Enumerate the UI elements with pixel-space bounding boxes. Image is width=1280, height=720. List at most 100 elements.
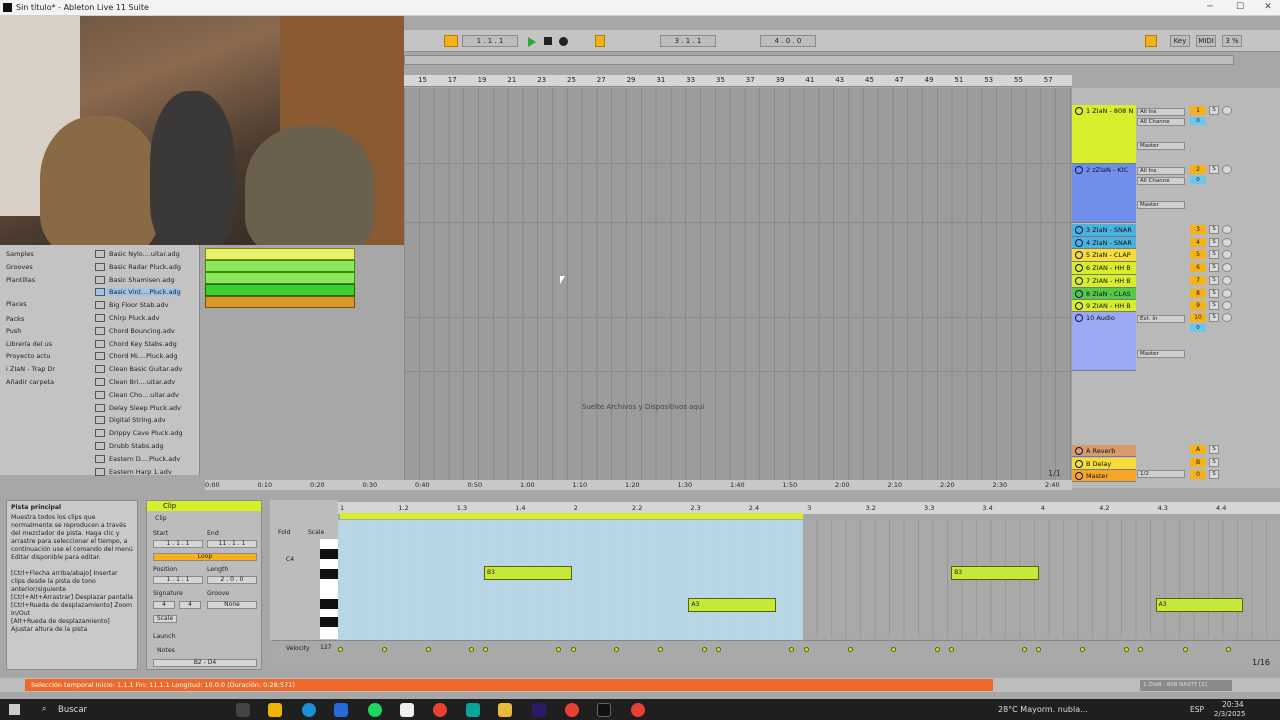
taskbar-search[interactable]: Buscar <box>58 705 87 715</box>
solo-button[interactable]: S <box>1209 165 1219 174</box>
track-input-select[interactable]: All Ins <box>1137 167 1185 175</box>
language-indicator[interactable]: ESP <box>1190 705 1204 714</box>
clock-date[interactable]: 2/3/2025 <box>1214 710 1245 718</box>
file-explorer-icon[interactable] <box>268 703 282 717</box>
track-header[interactable]: 5 ZIaN - CLAP <box>1072 249 1136 262</box>
midi-note[interactable]: B3 <box>484 566 572 580</box>
velocity-marker[interactable] <box>789 647 794 652</box>
track-activator-icon[interactable] <box>1075 277 1083 285</box>
loop-brace[interactable] <box>340 513 803 519</box>
track-lane[interactable] <box>404 318 1072 372</box>
browser-file-item[interactable]: Delay Sleep Pluck.adv <box>95 404 181 412</box>
velocity-marker[interactable] <box>614 647 619 652</box>
track-channel-select[interactable]: All Channe <box>1137 118 1185 126</box>
arm-button[interactable] <box>1222 225 1232 234</box>
track-number[interactable]: 9 <box>1190 301 1206 310</box>
velocity-marker[interactable] <box>469 647 474 652</box>
track-number[interactable]: 5 <box>1190 250 1206 259</box>
solo-button[interactable]: S <box>1209 301 1219 310</box>
track-header[interactable]: 4 ZIaN - SNAR <box>1072 237 1136 249</box>
track-activator-icon[interactable] <box>1075 226 1083 234</box>
track-activator-icon[interactable] <box>1075 302 1083 310</box>
track-lane[interactable] <box>404 88 1072 164</box>
track-number[interactable]: 10 <box>1190 313 1206 322</box>
track-channel-select[interactable]: All Channe <box>1137 177 1185 185</box>
velocity-marker[interactable] <box>1022 647 1027 652</box>
track-activator-icon[interactable] <box>1075 251 1083 259</box>
midi-note[interactable]: B3 <box>951 566 1039 580</box>
position-display[interactable]: 1 . 1 . 1 <box>462 35 518 47</box>
notes-section[interactable]: Notes <box>157 647 175 654</box>
solo-button[interactable]: S <box>1209 313 1219 322</box>
track-number[interactable]: 7 <box>1190 276 1206 285</box>
browser-category[interactable]: Librería del us <box>6 340 52 348</box>
browser-file-item[interactable]: Chord Bouncing.adv <box>95 327 175 335</box>
track-header[interactable]: 1 ZIaN - 808 N <box>1072 105 1136 164</box>
velocity-marker[interactable] <box>571 647 576 652</box>
midi-note[interactable]: A3 <box>688 598 776 612</box>
arm-button[interactable] <box>1222 106 1232 115</box>
play-icon[interactable] <box>528 37 536 47</box>
time-ruler[interactable]: 0:00 0:10 0:20 0:30 0:40 0:50 1:00 1:10 1:20 1:30… <box>205 480 1072 490</box>
spotify-icon[interactable] <box>368 703 382 717</box>
solo-button[interactable]: S <box>1209 225 1219 234</box>
minimize-icon[interactable]: ─ <box>1200 2 1220 12</box>
browser-file-item[interactable]: Eastern Harp 1.adv <box>95 468 172 476</box>
browser-file-item[interactable]: Basic Nylo....uitar.adg <box>95 250 180 258</box>
velocity-lane[interactable]: Velocity 127 1/16 <box>272 640 1280 670</box>
edge-icon[interactable] <box>302 703 316 717</box>
premiere-icon[interactable] <box>532 703 546 717</box>
track-lane[interactable] <box>404 223 1072 318</box>
draw-mode-button[interactable] <box>1145 35 1157 47</box>
solo-button[interactable]: S <box>1209 289 1219 298</box>
arrangement-overview[interactable] <box>404 55 1234 65</box>
velocity-marker[interactable] <box>556 647 561 652</box>
return-track-header[interactable]: A Reverb <box>1072 445 1136 457</box>
velocity-marker[interactable] <box>702 647 707 652</box>
arrangement-view[interactable] <box>404 88 1072 488</box>
velocity-marker[interactable] <box>382 647 387 652</box>
velocity-marker[interactable] <box>658 647 663 652</box>
launch-section[interactable]: Launch <box>153 633 175 640</box>
browser-file-item[interactable]: Eastern D....Pluck.adv <box>95 455 180 463</box>
volume-field[interactable]: 0 <box>1190 324 1206 332</box>
groove-select[interactable]: None <box>207 601 257 609</box>
task-view-icon[interactable] <box>236 703 250 717</box>
velocity-marker[interactable] <box>1226 647 1231 652</box>
solo-button[interactable]: S <box>1209 445 1219 454</box>
track-number[interactable]: 4 <box>1190 238 1206 247</box>
browser-file-item[interactable]: Chirp Pluck.adv <box>95 314 160 322</box>
solo-button[interactable]: S <box>1209 276 1219 285</box>
velocity-marker[interactable] <box>1183 647 1188 652</box>
track-output-select[interactable]: Master <box>1137 201 1185 209</box>
track-activator-icon[interactable] <box>1075 447 1083 455</box>
velocity-marker[interactable] <box>338 647 343 652</box>
arrangement-ruler[interactable]: 15 17 19 21 23 25 27 29 31 33 35 37 39 41 43 45 47 49 51 53… <box>404 75 1072 87</box>
fold-button[interactable]: Fold <box>278 529 290 536</box>
velocity-marker[interactable] <box>1080 647 1085 652</box>
velocity-marker[interactable] <box>1036 647 1041 652</box>
start-field[interactable]: 1 . 1 . 1 <box>153 540 203 548</box>
track-activator-icon[interactable] <box>1075 472 1083 480</box>
browser-category[interactable]: Places <box>6 300 27 308</box>
record-icon[interactable] <box>559 37 568 46</box>
browser-file-item[interactable]: Chord Mi....Pluck.adg <box>95 352 178 360</box>
clip-slot[interactable] <box>205 296 355 308</box>
chrome-icon[interactable] <box>565 703 579 717</box>
session-clip-slots[interactable] <box>205 248 355 310</box>
browser-category[interactable]: Grooves <box>6 263 33 271</box>
browser-file-item[interactable]: Chord Key Stabs.adg <box>95 340 177 348</box>
track-input-select[interactable]: All Ins <box>1137 108 1185 116</box>
return-track-letter[interactable]: B <box>1190 458 1206 467</box>
scale-toggle[interactable]: Scale <box>308 529 324 536</box>
folder-icon[interactable] <box>498 703 512 717</box>
master-output-select[interactable]: 1/2 <box>1137 470 1185 478</box>
velocity-marker[interactable] <box>716 647 721 652</box>
track-number[interactable]: 3 <box>1190 225 1206 234</box>
browser-category[interactable]: i ZIaN - Trap Dr <box>6 365 55 373</box>
store-icon[interactable] <box>400 703 414 717</box>
track-activator-icon[interactable] <box>1075 290 1083 298</box>
chrome-icon[interactable] <box>433 703 447 717</box>
loop-length-display[interactable]: 4 . 0 . 0 <box>760 35 816 47</box>
clip-slot[interactable] <box>205 284 355 296</box>
